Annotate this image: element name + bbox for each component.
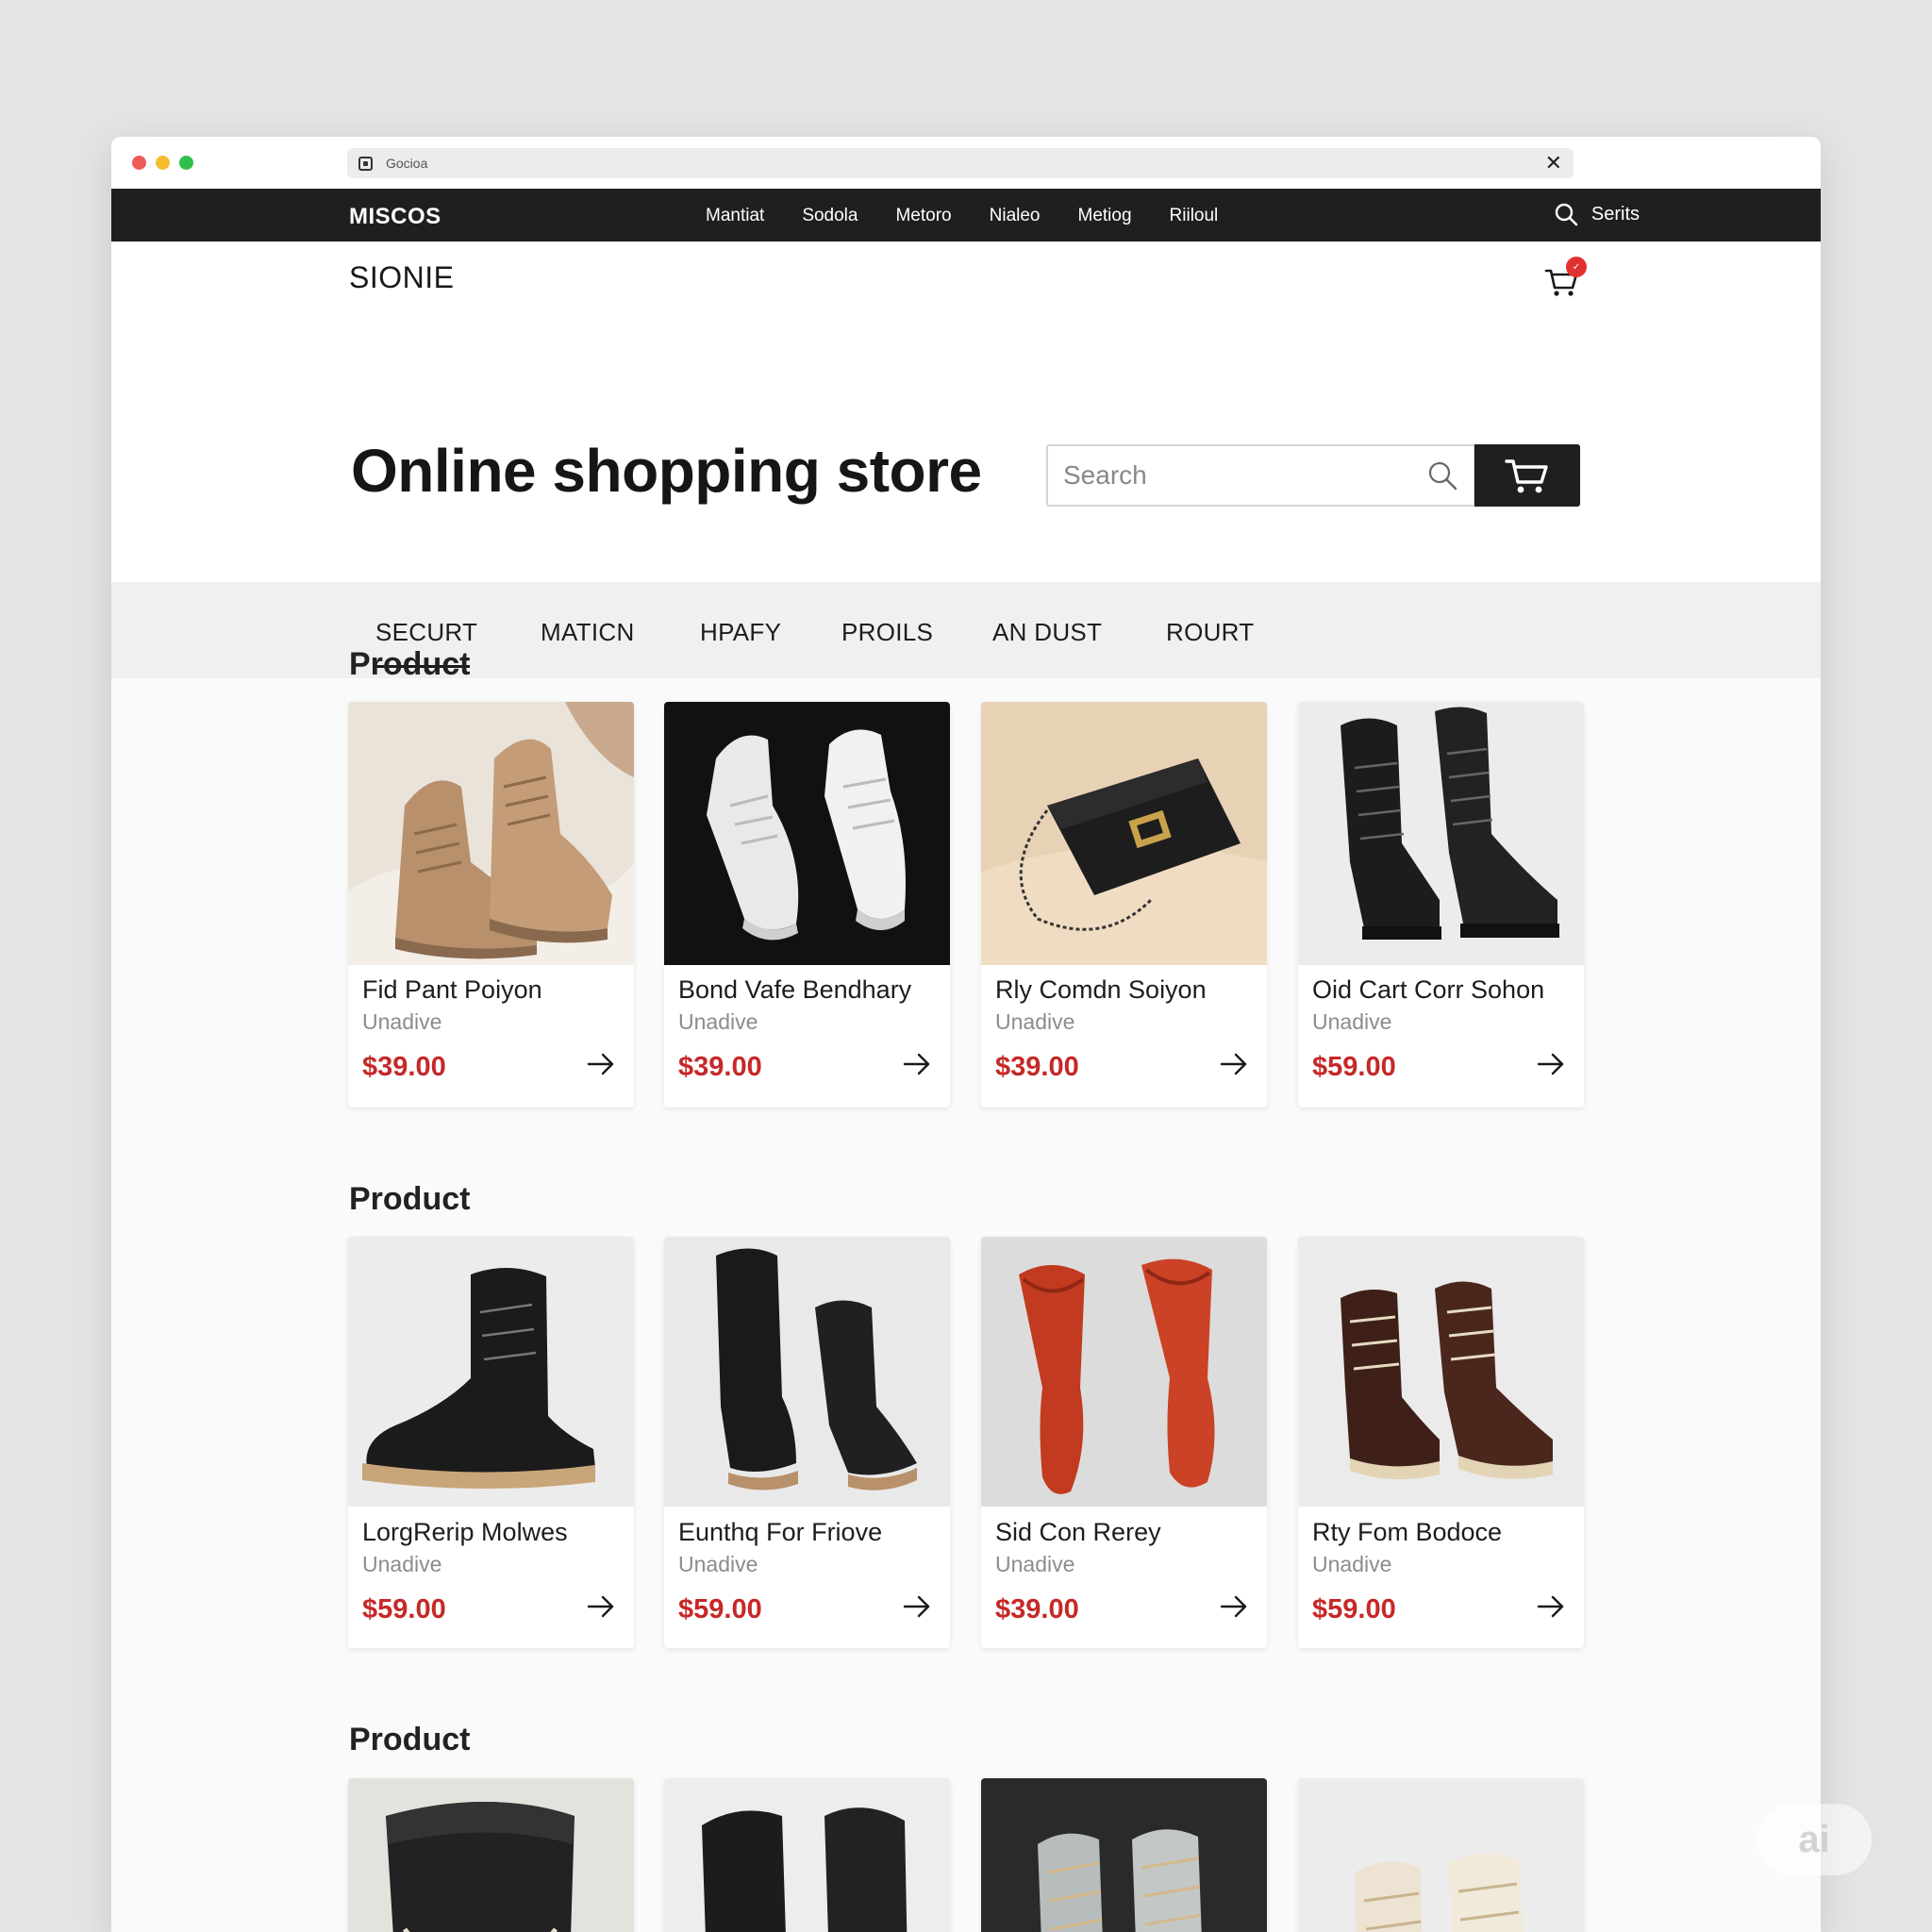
product-name[interactable]: Sid Con Rerey (995, 1518, 1161, 1547)
top-search-label: Serits (1591, 203, 1640, 225)
product-subtitle: Unadive (362, 1009, 442, 1034)
top-nav: MISCOS Mantiat Sodola Metoro Nialeo Meti… (111, 189, 1821, 242)
search-icon (1555, 203, 1578, 226)
store-name[interactable]: SIONIE (349, 260, 454, 295)
browser-window: Gocioa ✕ MISCOS Mantiat Sodola Metoro Ni… (111, 137, 1821, 1932)
product-image-grey-boots[interactable] (981, 1778, 1267, 1932)
product-image-black-boots[interactable] (1298, 702, 1584, 965)
header-cart-button[interactable]: ✓ (1543, 257, 1587, 300)
product-card[interactable] (981, 1778, 1267, 1932)
search-input[interactable] (1063, 460, 1426, 491)
product-price: $59.00 (1312, 1052, 1396, 1082)
arrow-right-icon[interactable] (901, 1591, 933, 1623)
top-nav-link[interactable]: Sodola (802, 206, 858, 226)
product-name[interactable]: Eunthq For Friove (678, 1518, 882, 1547)
product-subtitle: Unadive (995, 1009, 1075, 1034)
section-title: Product (349, 1722, 471, 1757)
category-tab-active[interactable]: SECURT (375, 618, 477, 668)
product-image-white-sneakers[interactable] (664, 702, 950, 965)
product-name[interactable]: Fid Pant Poiyon (362, 975, 542, 1005)
watermark-logo: ai (1757, 1804, 1872, 1875)
cart-badge: ✓ (1566, 257, 1587, 277)
top-nav-link[interactable]: Metoro (895, 206, 951, 226)
product-price: $39.00 (362, 1052, 446, 1082)
product-price: $39.00 (678, 1052, 762, 1082)
address-bar[interactable]: Gocioa ✕ (347, 148, 1574, 178)
arrow-right-icon[interactable] (1535, 1048, 1567, 1080)
product-subtitle: Unadive (678, 1552, 758, 1576)
product-image-cream-boots[interactable] (1298, 1778, 1584, 1932)
product-subtitle: Unadive (362, 1552, 442, 1576)
section-title: Product (349, 646, 471, 682)
product-image-brown-boots[interactable] (1298, 1237, 1584, 1507)
browser-chrome: Gocioa ✕ (111, 137, 1821, 189)
top-nav-link[interactable]: Mantiat (706, 206, 764, 226)
product-price: $39.00 (995, 1052, 1079, 1082)
product-image-black-tall-boots[interactable] (664, 1237, 950, 1507)
close-window-button[interactable] (132, 156, 146, 170)
category-tab[interactable]: ROURT (1166, 618, 1254, 647)
category-tab[interactable]: AN DUST (992, 618, 1102, 647)
product-price: $59.00 (1312, 1594, 1396, 1624)
top-nav-link[interactable]: Nialeo (990, 206, 1041, 226)
section-title: Product (349, 1181, 471, 1217)
product-image-black-handbag[interactable] (981, 702, 1267, 965)
cart-icon (1505, 459, 1548, 493)
category-tab[interactable]: MATICN (541, 618, 635, 647)
product-image-black-bag[interactable] (348, 1778, 634, 1932)
arrow-right-icon[interactable] (1218, 1591, 1250, 1623)
arrow-right-icon[interactable] (585, 1048, 617, 1080)
product-image-black-boots[interactable] (664, 1778, 950, 1932)
window-controls (132, 156, 193, 170)
close-tab-icon[interactable]: ✕ (1545, 153, 1562, 174)
product-subtitle: Unadive (1312, 1009, 1392, 1034)
top-nav-link[interactable]: Metiog (1078, 206, 1132, 226)
cart-button[interactable] (1474, 444, 1580, 507)
category-tab[interactable]: PROILS (841, 618, 933, 647)
arrow-right-icon[interactable] (585, 1591, 617, 1623)
product-image-black-hiking-boot[interactable] (348, 1237, 634, 1507)
product-card[interactable] (1298, 1778, 1584, 1932)
product-price: $59.00 (362, 1594, 446, 1624)
maximize-window-button[interactable] (179, 156, 193, 170)
search-box (1046, 444, 1475, 507)
product-subtitle: Unadive (995, 1552, 1075, 1576)
top-nav-link[interactable]: Riiloul (1170, 206, 1219, 226)
product-card[interactable] (664, 1778, 950, 1932)
arrow-right-icon[interactable] (901, 1048, 933, 1080)
product-card[interactable]: Rty Fom Bodoce Unadive $59.00 (1298, 1237, 1584, 1648)
product-card[interactable]: Sid Con Rerey Unadive $39.00 (981, 1237, 1267, 1648)
product-price: $39.00 (995, 1594, 1079, 1624)
product-card[interactable]: Eunthq For Friove Unadive $59.00 (664, 1237, 950, 1648)
product-card[interactable]: LorgRerip Molwes Unadive $59.00 (348, 1237, 634, 1648)
product-name[interactable]: Rly Comdn Soiyon (995, 975, 1207, 1005)
product-name[interactable]: Oid Cart Corr Sohon (1312, 975, 1544, 1005)
search-icon[interactable] (1426, 459, 1458, 491)
product-card[interactable]: Oid Cart Corr Sohon Unadive $59.00 (1298, 702, 1584, 1108)
page-title: Online shopping store (351, 437, 982, 505)
product-image-tan-boots[interactable] (348, 702, 634, 965)
product-card[interactable]: Fid Pant Poiyon Unadive $39.00 (348, 702, 634, 1108)
product-card[interactable]: Rly Comdn Soiyon Unadive $39.00 (981, 702, 1267, 1108)
arrow-right-icon[interactable] (1535, 1591, 1567, 1623)
site-icon (358, 156, 373, 171)
product-name[interactable]: Rty Fom Bodoce (1312, 1518, 1502, 1547)
hero-section: Online shopping store (111, 323, 1821, 582)
product-card[interactable]: Bond Vafe Bendhary Unadive $39.00 (664, 702, 950, 1108)
product-subtitle: Unadive (678, 1009, 758, 1034)
product-name[interactable]: LorgRerip Molwes (362, 1518, 568, 1547)
product-subtitle: Unadive (1312, 1552, 1392, 1576)
brand-logo[interactable]: MISCOS (349, 204, 441, 230)
store-header: SIONIE ✓ (111, 242, 1821, 323)
minimize-window-button[interactable] (156, 156, 170, 170)
top-nav-links: Mantiat Sodola Metoro Nialeo Metiog Riil… (706, 206, 1218, 226)
category-tab[interactable]: HPAFY (700, 618, 781, 647)
product-image-red-socks[interactable] (981, 1237, 1267, 1507)
top-search-link[interactable]: Serits (1554, 202, 1640, 226)
product-card[interactable] (348, 1778, 634, 1932)
arrow-right-icon[interactable] (1218, 1048, 1250, 1080)
product-price: $59.00 (678, 1594, 762, 1624)
product-name[interactable]: Bond Vafe Bendhary (678, 975, 911, 1005)
url-text[interactable]: Gocioa (386, 156, 1545, 171)
